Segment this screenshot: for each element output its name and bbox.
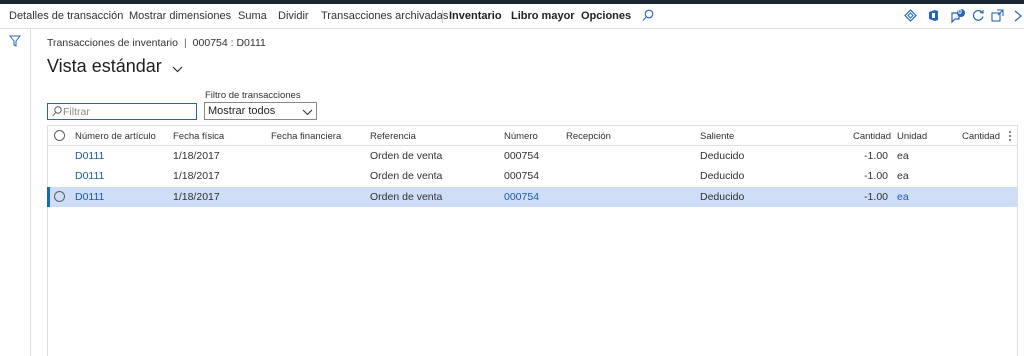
- unit-link[interactable]: ea: [897, 191, 909, 203]
- issue-cell: Deducido: [700, 150, 745, 162]
- column-header-issue[interactable]: Saliente: [700, 131, 734, 142]
- sum-button[interactable]: Suma: [238, 10, 267, 22]
- column-header-physical-date[interactable]: Fecha física: [173, 131, 224, 142]
- filter-input[interactable]: [63, 105, 193, 118]
- quantity-cell: -1.00: [864, 170, 888, 182]
- grid-header: Número de artículo Fecha física Fecha fi…: [48, 126, 1017, 146]
- issue-cell: Deducido: [700, 170, 745, 182]
- physical-date-cell: 1/18/2017: [173, 170, 220, 182]
- archived-transactions-button[interactable]: Transacciones archivadas: [321, 10, 448, 22]
- search-icon: [52, 106, 62, 120]
- unit-cell: ea: [897, 150, 909, 162]
- office-icon[interactable]: [928, 9, 939, 25]
- issue-cell: Deducido: [700, 191, 745, 203]
- reference-cell: Orden de venta: [370, 170, 443, 182]
- chevron-down-icon[interactable]: [172, 64, 183, 76]
- more-options-icon[interactable]: [1008, 130, 1012, 145]
- refresh-icon[interactable]: [972, 9, 985, 25]
- filter-icon[interactable]: [8, 35, 22, 50]
- general-ledger-menu[interactable]: Libro mayor: [511, 10, 575, 22]
- transactions-grid: Número de artículo Fecha física Fecha fi…: [47, 125, 1018, 356]
- column-header-item-number[interactable]: Número de artículo: [75, 131, 156, 142]
- transaction-filter-value: Mostrar todos: [208, 105, 276, 117]
- number-cell: 000754: [504, 170, 540, 182]
- column-header-quantity-2[interactable]: Cantidad: [946, 131, 1000, 142]
- table-row-selected[interactable]: D0111 1/18/2017 Orden de venta 000754 De…: [47, 187, 1017, 207]
- diamond-icon[interactable]: [904, 9, 917, 25]
- inventory-menu[interactable]: Inventario: [449, 10, 502, 22]
- physical-date-cell: 1/18/2017: [173, 191, 220, 203]
- action-pane: Detalles de transacción Mostrar dimensio…: [0, 4, 1024, 29]
- split-button[interactable]: Dividir: [278, 10, 309, 22]
- toolbar-divider: [442, 10, 443, 23]
- select-all-radio[interactable]: [54, 130, 65, 141]
- table-row[interactable]: D0111 1/18/2017 Orden de venta 000754 De…: [48, 166, 1017, 186]
- table-row[interactable]: D0111 1/18/2017 Orden de venta 000754 De…: [48, 146, 1017, 166]
- options-menu[interactable]: Opciones: [581, 10, 631, 22]
- chevron-down-icon: [302, 107, 313, 119]
- number-link[interactable]: 000754: [504, 191, 539, 203]
- close-icon[interactable]: [1013, 9, 1023, 25]
- reference-cell: Orden de venta: [370, 191, 443, 203]
- breadcrumb-page: Transacciones de inventario: [47, 37, 178, 49]
- column-header-quantity[interactable]: Cantidad: [838, 131, 891, 142]
- transaction-filter-dropdown[interactable]: Mostrar todos: [204, 102, 317, 120]
- column-header-financial-date[interactable]: Fecha financiera: [271, 131, 341, 142]
- column-header-reference[interactable]: Referencia: [370, 131, 416, 142]
- filter-field[interactable]: [47, 103, 197, 120]
- quantity-cell: -1.00: [864, 191, 888, 203]
- row-select-radio[interactable]: [54, 191, 65, 202]
- search-icon[interactable]: [642, 9, 654, 25]
- show-dimensions-button[interactable]: Mostrar dimensiones: [129, 10, 231, 22]
- left-nav: [0, 29, 31, 356]
- transaction-filter-label: Filtro de transacciones: [205, 90, 301, 101]
- breadcrumb-record: 000754 : D0111: [192, 37, 266, 49]
- breadcrumb: Transacciones de inventario | 000754 : D01…: [47, 37, 266, 49]
- item-number-link[interactable]: D0111: [75, 170, 104, 182]
- unit-cell: ea: [897, 170, 909, 182]
- number-cell: 000754: [504, 150, 540, 162]
- notification-badge: 0: [958, 9, 962, 16]
- quantity-cell: -1.00: [864, 150, 888, 162]
- breadcrumb-separator: |: [183, 37, 187, 49]
- physical-date-cell: 1/18/2017: [173, 150, 220, 162]
- item-number-link[interactable]: D0111: [75, 191, 104, 203]
- view-selector[interactable]: Vista estándar: [47, 56, 162, 77]
- column-header-number[interactable]: Número: [504, 131, 538, 142]
- column-header-unit[interactable]: Unidad: [897, 131, 927, 142]
- transaction-details-button[interactable]: Detalles de transacción: [9, 10, 123, 22]
- selected-row-indicator: [47, 187, 50, 207]
- item-number-link[interactable]: D0111: [75, 150, 104, 162]
- open-in-new-icon[interactable]: [991, 9, 1004, 25]
- reference-cell: Orden de venta: [370, 150, 443, 162]
- column-header-receipt[interactable]: Recepción: [566, 131, 611, 142]
